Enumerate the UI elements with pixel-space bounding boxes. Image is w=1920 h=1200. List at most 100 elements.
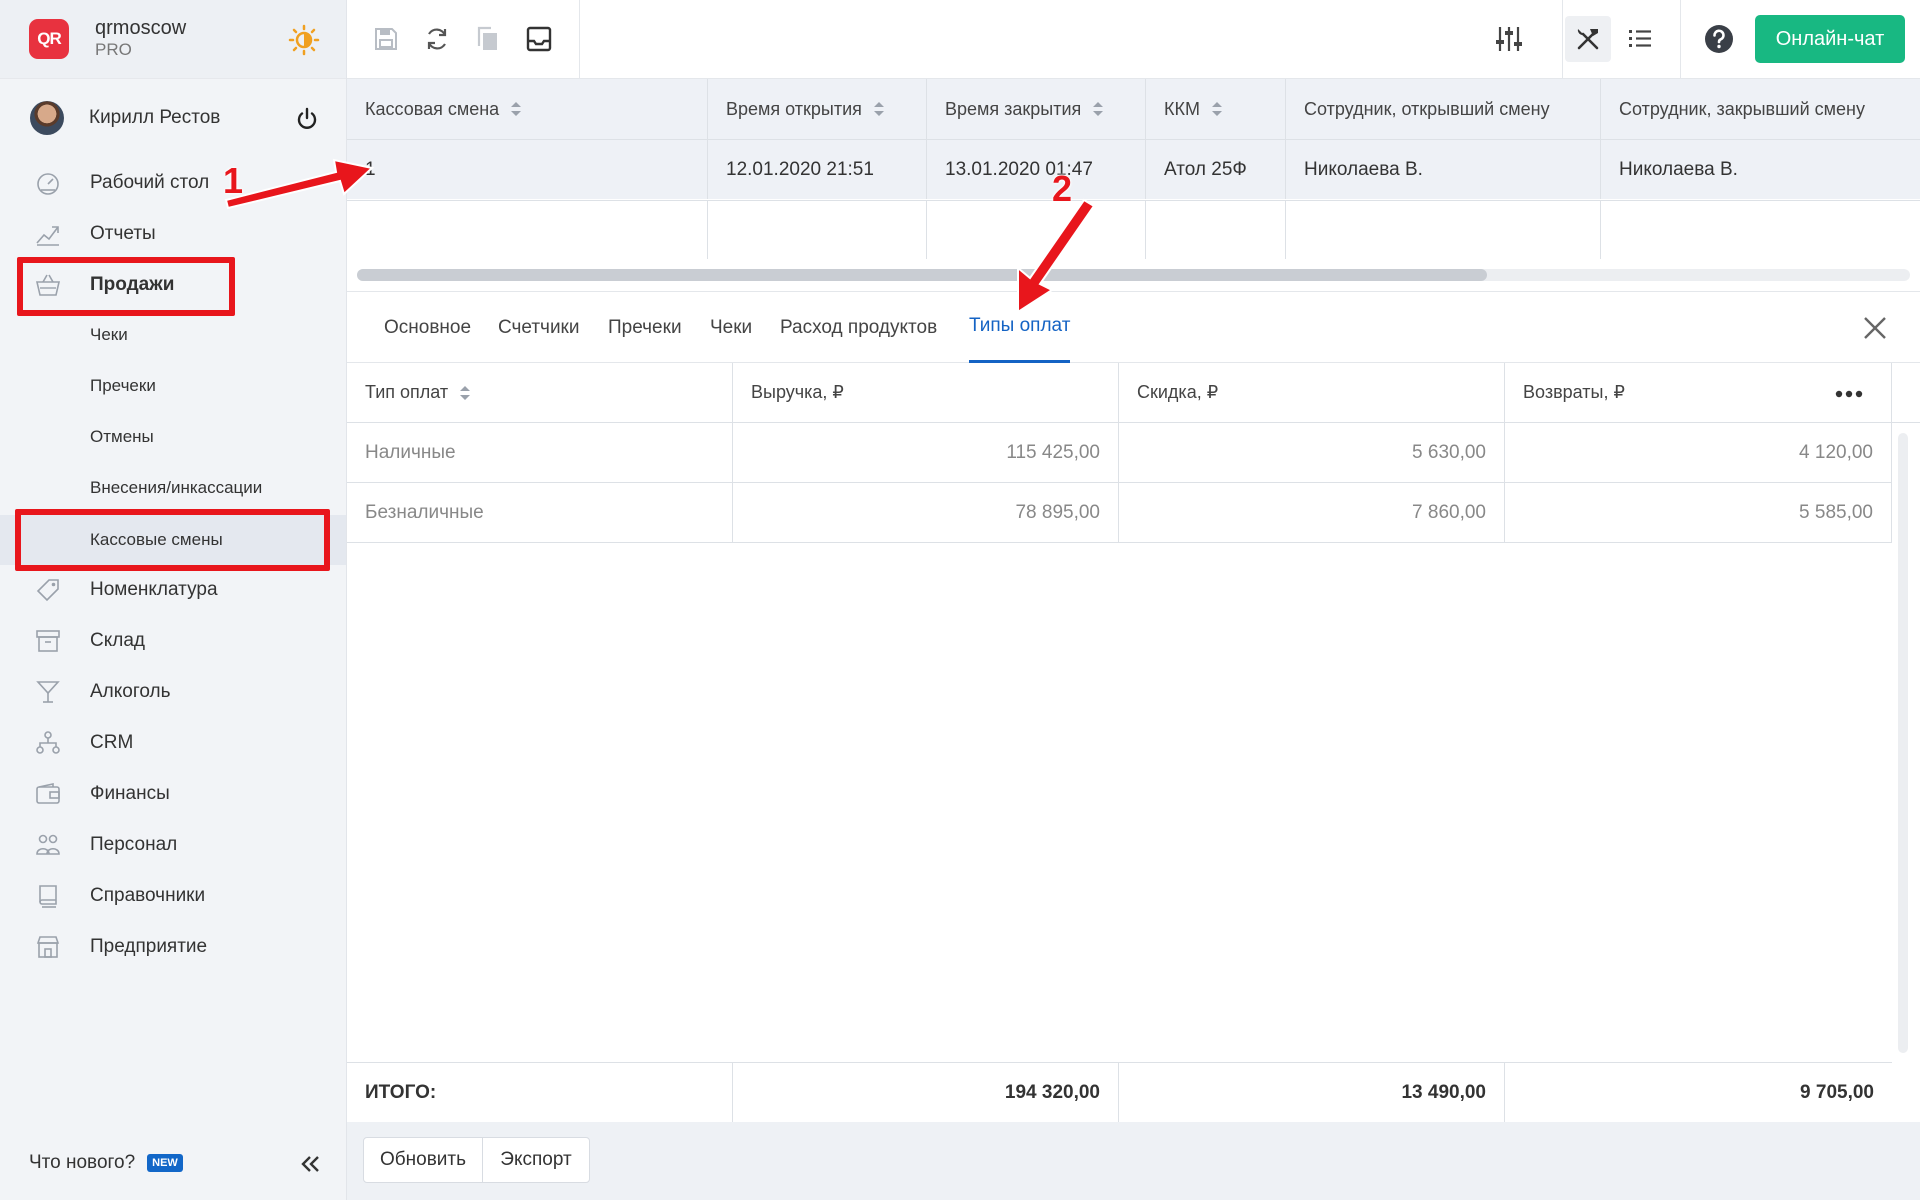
column-header-label: Время открытия	[726, 98, 862, 119]
column-header-close-time[interactable]: Время закрытия	[927, 79, 1146, 140]
cell-returns[interactable]: 4 120,00	[1505, 423, 1892, 483]
column-header-open-time[interactable]: Время открытия	[708, 79, 927, 140]
sidebar-item-alcohol[interactable]: Алкоголь	[0, 667, 346, 717]
sidebar-item-enterprise[interactable]: Предприятие	[0, 922, 346, 972]
list-view-icon[interactable]	[1623, 22, 1657, 56]
cell-discount[interactable]: 7 860,00	[1119, 483, 1505, 543]
power-icon[interactable]	[295, 107, 319, 131]
inbox-icon[interactable]	[522, 22, 556, 56]
empty-cell	[1146, 200, 1286, 259]
sort-icon[interactable]	[460, 385, 471, 400]
cell-kkm[interactable]: Атол 25Ф	[1146, 140, 1286, 199]
column-header-closed-by[interactable]: Сотрудник, закрывший смену	[1601, 79, 1920, 140]
sidebar-item-warehouse[interactable]: Склад	[0, 616, 346, 666]
empty-cell	[1286, 200, 1601, 259]
column-header-label: Сотрудник, закрывший смену	[1619, 98, 1865, 119]
sort-icon[interactable]	[873, 102, 884, 116]
filter-settings-icon[interactable]	[1492, 22, 1526, 56]
copy-icon[interactable]	[471, 22, 505, 56]
sidebar-item-label: CRM	[90, 732, 134, 753]
sidebar-item-directories[interactable]: Справочники	[0, 871, 346, 921]
cell-returns[interactable]: 5 585,00	[1505, 483, 1892, 543]
export-button[interactable]: Экспорт	[482, 1137, 590, 1183]
column-header-revenue[interactable]: Выручка, ₽	[733, 363, 1119, 423]
user-profile[interactable]: Кирилл Рестов	[0, 79, 346, 157]
sidebar-item-label: Кассовые смены	[90, 530, 223, 549]
crm-icon	[35, 730, 61, 756]
cell-payment-type[interactable]: Наличные	[347, 423, 733, 483]
tab-counters[interactable]: Счетчики	[498, 292, 579, 363]
sidebar-item-crm[interactable]: CRM	[0, 718, 346, 768]
close-icon[interactable]	[1861, 314, 1889, 342]
cell-shift[interactable]: 1	[347, 140, 708, 199]
tab-receipts[interactable]: Чеки	[710, 292, 752, 363]
tag-icon	[35, 577, 61, 603]
sidebar-item-label: Внесения/инкассации	[90, 478, 263, 497]
column-header-label: ККМ	[1164, 98, 1200, 119]
avatar[interactable]	[30, 101, 64, 135]
footer-bar: Обновить Экспорт	[347, 1122, 1920, 1200]
sidebar-subitem-cash-shifts[interactable]: Кассовые смены	[0, 515, 346, 565]
column-header-shift[interactable]: Кассовая смена	[347, 79, 708, 140]
cell-open-time[interactable]: 12.01.2020 21:51	[708, 140, 927, 199]
user-name[interactable]: Кирилл Рестов	[89, 107, 220, 129]
sidebar-subitem-prechecks[interactable]: Пречеки	[0, 361, 346, 411]
sidebar-subitem-cash-operations[interactable]: Внесения/инкассации	[0, 463, 346, 513]
sidebar-item-dashboard[interactable]: Рабочий стол	[0, 158, 346, 208]
help-icon[interactable]	[1702, 22, 1736, 56]
toolbar: Онлайн-чат	[347, 0, 1920, 79]
sidebar-item-label: Алкоголь	[90, 681, 171, 702]
sort-icon[interactable]	[1093, 102, 1104, 116]
column-header-label: Тип оплат	[365, 382, 449, 402]
cell-payment-type[interactable]: Безналичные	[347, 483, 733, 543]
empty-cell	[927, 200, 1146, 259]
tab-prechecks[interactable]: Пречеки	[608, 292, 682, 363]
sidebar-item-nomenclature[interactable]: Номенклатура	[0, 565, 346, 615]
collapse-sidebar-icon[interactable]	[298, 1152, 322, 1176]
online-chat-button[interactable]: Онлайн-чат	[1755, 15, 1905, 63]
tools-icon[interactable]	[1565, 16, 1611, 62]
totals-row: ИТОГО: 194 320,00 13 490,00 9 705,00	[347, 1062, 1892, 1123]
sidebar-item-personnel[interactable]: Персонал	[0, 820, 346, 870]
column-header-returns[interactable]: Возвраты, ₽	[1505, 363, 1892, 423]
empty-cell	[708, 200, 927, 259]
column-header-opened-by[interactable]: Сотрудник, открывший смену	[1286, 79, 1601, 140]
column-header-kkm[interactable]: ККМ	[1146, 79, 1286, 140]
save-icon[interactable]	[369, 22, 403, 56]
column-header-label: Сотрудник, открывший смену	[1304, 98, 1550, 119]
horizontal-scrollbar[interactable]	[357, 269, 1910, 281]
cell-closed-by[interactable]: Николаева В.	[1601, 140, 1920, 199]
sort-icon[interactable]	[1211, 102, 1222, 116]
sort-icon[interactable]	[511, 102, 522, 116]
tab-payment-types[interactable]: Типы оплат	[969, 292, 1071, 363]
sidebar-item-reports[interactable]: Отчеты	[0, 209, 346, 259]
account-plan: PRO	[95, 40, 132, 59]
sidebar-item-label: Отчеты	[90, 223, 156, 244]
sidebar-item-finance[interactable]: Финансы	[0, 769, 346, 819]
refresh-icon[interactable]	[420, 22, 454, 56]
more-options-icon[interactable]	[1835, 390, 1863, 398]
tab-general[interactable]: Основное	[384, 292, 471, 363]
sidebar-subitem-receipts[interactable]: Чеки	[0, 310, 346, 360]
cell-close-time[interactable]: 13.01.2020 01:47	[927, 140, 1146, 199]
sidebar-item-label: Рабочий стол	[90, 172, 210, 193]
cell-discount[interactable]: 5 630,00	[1119, 423, 1505, 483]
sidebar-item-label: Отмены	[90, 427, 154, 446]
sidebar-subitem-cancellations[interactable]: Отмены	[0, 412, 346, 462]
tab-product-usage[interactable]: Расход продуктов	[780, 292, 937, 363]
vertical-scrollbar[interactable]	[1898, 433, 1908, 1053]
account-name[interactable]: qrmoscow	[95, 17, 186, 39]
whats-new-link[interactable]: Что нового? NEW	[29, 1152, 183, 1174]
column-header-discount[interactable]: Скидка, ₽	[1119, 363, 1505, 423]
scrollbar-thumb[interactable]	[357, 269, 1487, 281]
theme-toggle-icon[interactable]	[288, 24, 320, 56]
cell-opened-by[interactable]: Николаева В.	[1286, 140, 1601, 199]
cell-revenue[interactable]: 78 895,00	[733, 483, 1119, 543]
dashboard-icon	[35, 170, 61, 196]
sidebar-item-label: Справочники	[90, 885, 206, 906]
cell-revenue[interactable]: 115 425,00	[733, 423, 1119, 483]
column-header-payment-type[interactable]: Тип оплат	[347, 363, 733, 423]
sidebar-item-sales[interactable]: Продажи	[0, 260, 346, 310]
refresh-button[interactable]: Обновить	[363, 1137, 483, 1183]
app-logo[interactable]: QR	[29, 19, 69, 59]
